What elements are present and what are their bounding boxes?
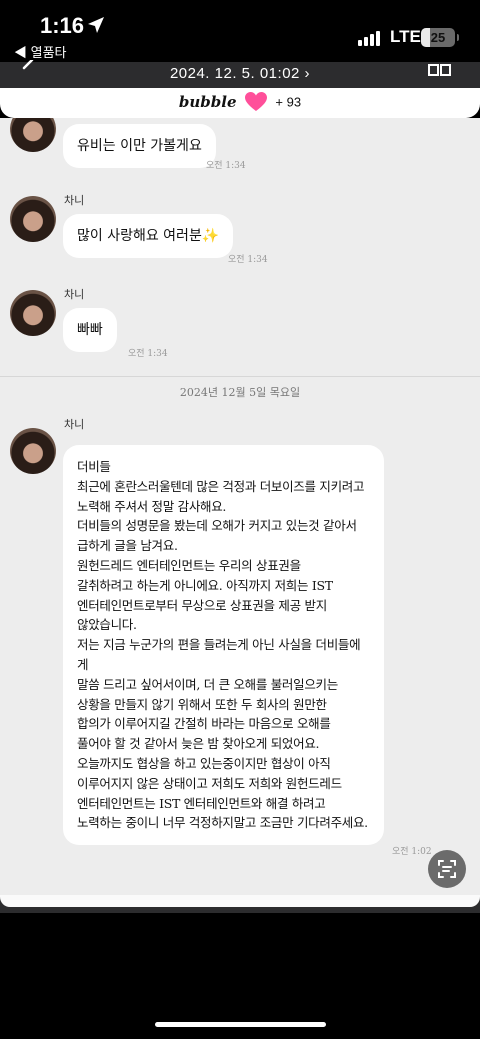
- bubble-logo: bubble: [178, 93, 237, 111]
- status-time: 1:16: [40, 13, 85, 38]
- text-scan-icon: [438, 860, 456, 878]
- network-type: LTE: [390, 27, 421, 46]
- header-date[interactable]: 2024. 12. 5. 01:02 ›: [0, 65, 480, 82]
- date-separator: 2024년 12월 5일 목요일: [179, 386, 301, 399]
- app-header: 2024. 12. 5. 01:02 ›: [0, 60, 480, 88]
- sender-name: 차니: [64, 288, 85, 301]
- sender-name: 차니: [64, 194, 85, 207]
- sender-name: 차니: [64, 418, 85, 431]
- battery-icon: 25: [421, 28, 459, 47]
- avatar[interactable]: [10, 196, 56, 242]
- back-to-app-link[interactable]: ◀ 열품타: [14, 42, 67, 61]
- bubble-banner: bubble + 93: [0, 88, 480, 118]
- message-bubble[interactable]: 빠빠: [63, 308, 117, 352]
- chat-bottom-edge: [0, 895, 480, 913]
- message-time: 오전 1:34: [128, 349, 168, 359]
- grid-icon[interactable]: [428, 64, 452, 76]
- message-time: 오전 1:34: [206, 161, 246, 171]
- message-bubble[interactable]: 유비는 이만 가볼게요: [63, 124, 216, 168]
- home-indicator[interactable]: [155, 1022, 326, 1027]
- heart-icon: [244, 92, 267, 111]
- reaction-count: + 93: [275, 94, 302, 110]
- message-time: 오전 1:02: [392, 847, 432, 857]
- cellular-signal-icon: [358, 30, 384, 46]
- date-divider-line: [0, 376, 480, 377]
- message-time: 오전 1:34: [228, 255, 268, 265]
- message-bubble[interactable]: 많이 사랑해요 여러분✨: [63, 214, 234, 258]
- avatar[interactable]: [10, 290, 56, 336]
- chat-area[interactable]: 유비는 이만 가볼게요 오전 1:34 차니 많이 사랑해요 여러분✨ 오전 1…: [0, 118, 480, 895]
- location-arrow-icon: [88, 17, 104, 33]
- battery-level-fill: [421, 28, 430, 47]
- message-bubble[interactable]: 더비들 최근에 혼란스러울텐데 많은 걱정과 더보이즈를 지키려고 노력해 주셔…: [63, 445, 384, 846]
- text-scan-button[interactable]: [428, 850, 466, 888]
- battery-percent: 25: [430, 30, 446, 45]
- status-bar: 1:16 ◀ 열품타 LTE 25: [0, 0, 480, 62]
- avatar[interactable]: [10, 428, 56, 474]
- avatar[interactable]: [10, 118, 56, 152]
